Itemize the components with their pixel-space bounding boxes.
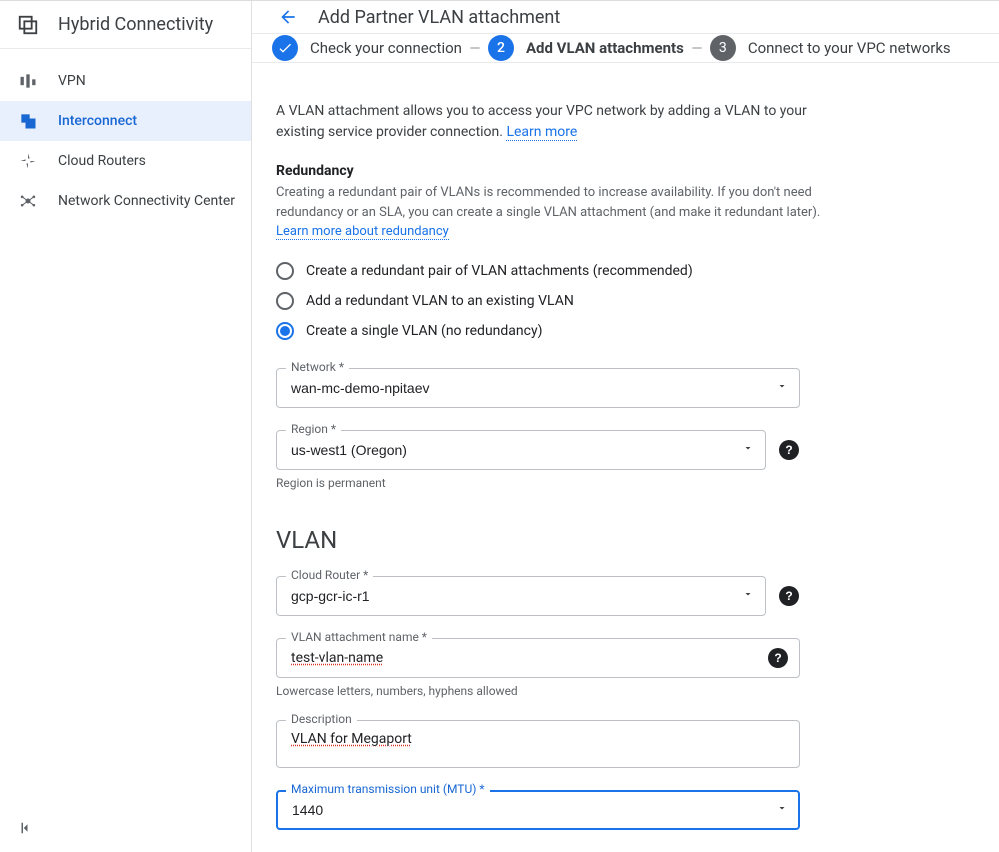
step-connect-vpc[interactable]: 3 Connect to your VPC networks [710,35,951,61]
intro-learn-more-link[interactable]: Learn more [506,124,577,141]
sidebar: Hybrid Connectivity VPN Interconnect Clo… [0,1,252,852]
vlan-heading: VLAN [276,526,975,554]
page-header: Add Partner VLAN attachment [252,1,999,34]
sidebar-item-interconnect[interactable]: Interconnect [0,101,251,141]
interconnect-icon [16,109,40,133]
intro-text: A VLAN attachment allows you to access y… [276,101,836,143]
description-value: VLAN for Megaport [291,731,412,747]
radio-label: Create a redundant pair of VLAN attachme… [306,263,693,279]
sidebar-item-vpn[interactable]: VPN [0,61,251,101]
region-label: Region * [286,422,341,436]
redundancy-option-add-to-existing[interactable]: Add a redundant VLAN to an existing VLAN [276,286,975,316]
redundancy-heading: Redundancy [276,163,975,179]
vlan-name-help-button[interactable]: ? [768,648,788,668]
description-label: Description [286,712,357,726]
hybrid-connectivity-icon [16,13,40,37]
radio-icon [276,322,294,340]
page-title: Add Partner VLAN attachment [318,7,560,28]
step-add-vlan[interactable]: 2 Add VLAN attachments [488,35,684,61]
check-icon [272,35,298,61]
sidebar-item-label: VPN [58,73,86,89]
network-value: wan-mc-demo-npitaev [291,380,430,396]
back-button[interactable] [272,1,304,33]
redundancy-option-single[interactable]: Create a single VLAN (no redundancy) [276,316,975,346]
region-select[interactable]: us-west1 (Oregon) [276,430,766,470]
step-check-connection[interactable]: Check your connection [272,35,462,61]
redundancy-radio-group: Create a redundant pair of VLAN attachme… [276,256,975,346]
sidebar-item-label: Cloud Routers [58,153,146,169]
stepper: Check your connection 2 Add VLAN attachm… [252,34,999,63]
cloud-router-field: Cloud Router * gcp-gcr-ic-r1 ? [276,576,800,616]
sidebar-item-cloud-routers[interactable]: Cloud Routers [0,141,251,181]
arrow-left-icon [278,6,298,28]
radio-label: Create a single VLAN (no redundancy) [306,323,542,339]
vpn-icon [16,69,40,93]
step-number-badge: 2 [488,35,514,61]
mtu-value: 1440 [292,802,323,818]
redundancy-desc-body: Creating a redundant pair of VLANs is re… [276,185,820,220]
sidebar-item-label: Interconnect [58,113,137,129]
step-separator-icon [462,41,488,55]
region-field: Region * us-west1 (Oregon) ? [276,430,800,470]
vlan-name-input[interactable]: test-vlan-name [276,638,800,678]
product-title: Hybrid Connectivity [58,14,213,35]
network-label: Network * [286,360,349,374]
network-field: Network * wan-mc-demo-npitaev [276,368,800,408]
vlan-name-field: VLAN attachment name * test-vlan-name ? … [276,638,800,698]
mtu-field: Maximum transmission unit (MTU) * 1440 [276,790,800,830]
radio-icon [276,292,294,310]
description-textarea[interactable]: VLAN for Megaport [276,720,800,768]
cloud-router-select[interactable]: gcp-gcr-ic-r1 [276,576,766,616]
radio-icon [276,262,294,280]
step-number-badge: 3 [710,35,736,61]
step-separator-icon [684,41,710,55]
radio-label: Add a redundant VLAN to an existing VLAN [306,293,574,309]
step-label: Check your connection [310,39,462,57]
form-content: A VLAN attachment allows you to access y… [252,63,999,852]
main: Add Partner VLAN attachment Check your c… [252,1,999,852]
region-help-button[interactable]: ? [779,440,799,460]
cloud-routers-icon [16,149,40,173]
sidebar-collapse-button[interactable] [14,816,38,840]
redundancy-option-pair[interactable]: Create a redundant pair of VLAN attachme… [276,256,975,286]
mtu-label: Maximum transmission unit (MTU) * [286,782,490,796]
step-label: Connect to your VPC networks [748,39,951,57]
vlan-name-value: test-vlan-name [291,650,383,666]
redundancy-description: Creating a redundant pair of VLANs is re… [276,183,856,242]
network-connectivity-center-icon [16,189,40,213]
sidebar-item-label: Network Connectivity Center [58,193,235,209]
region-value: us-west1 (Oregon) [291,442,407,458]
cloud-router-label: Cloud Router * [286,568,373,582]
region-helper: Region is permanent [276,476,800,490]
description-field: Description VLAN for Megaport [276,720,800,768]
cloud-router-value: gcp-gcr-ic-r1 [291,588,370,604]
mtu-select[interactable]: 1440 [276,790,800,830]
sidebar-nav: VPN Interconnect Cloud Routers Network C… [0,49,251,852]
step-label: Add VLAN attachments [526,39,684,57]
sidebar-header: Hybrid Connectivity [0,1,251,49]
network-select[interactable]: wan-mc-demo-npitaev [276,368,800,408]
redundancy-learn-more-link[interactable]: Learn more about redundancy [276,224,449,240]
cloud-router-help-button[interactable]: ? [779,586,799,606]
vlan-name-helper: Lowercase letters, numbers, hyphens allo… [276,684,800,698]
sidebar-item-ncc[interactable]: Network Connectivity Center [0,181,251,221]
vlan-name-label: VLAN attachment name * [286,630,432,644]
